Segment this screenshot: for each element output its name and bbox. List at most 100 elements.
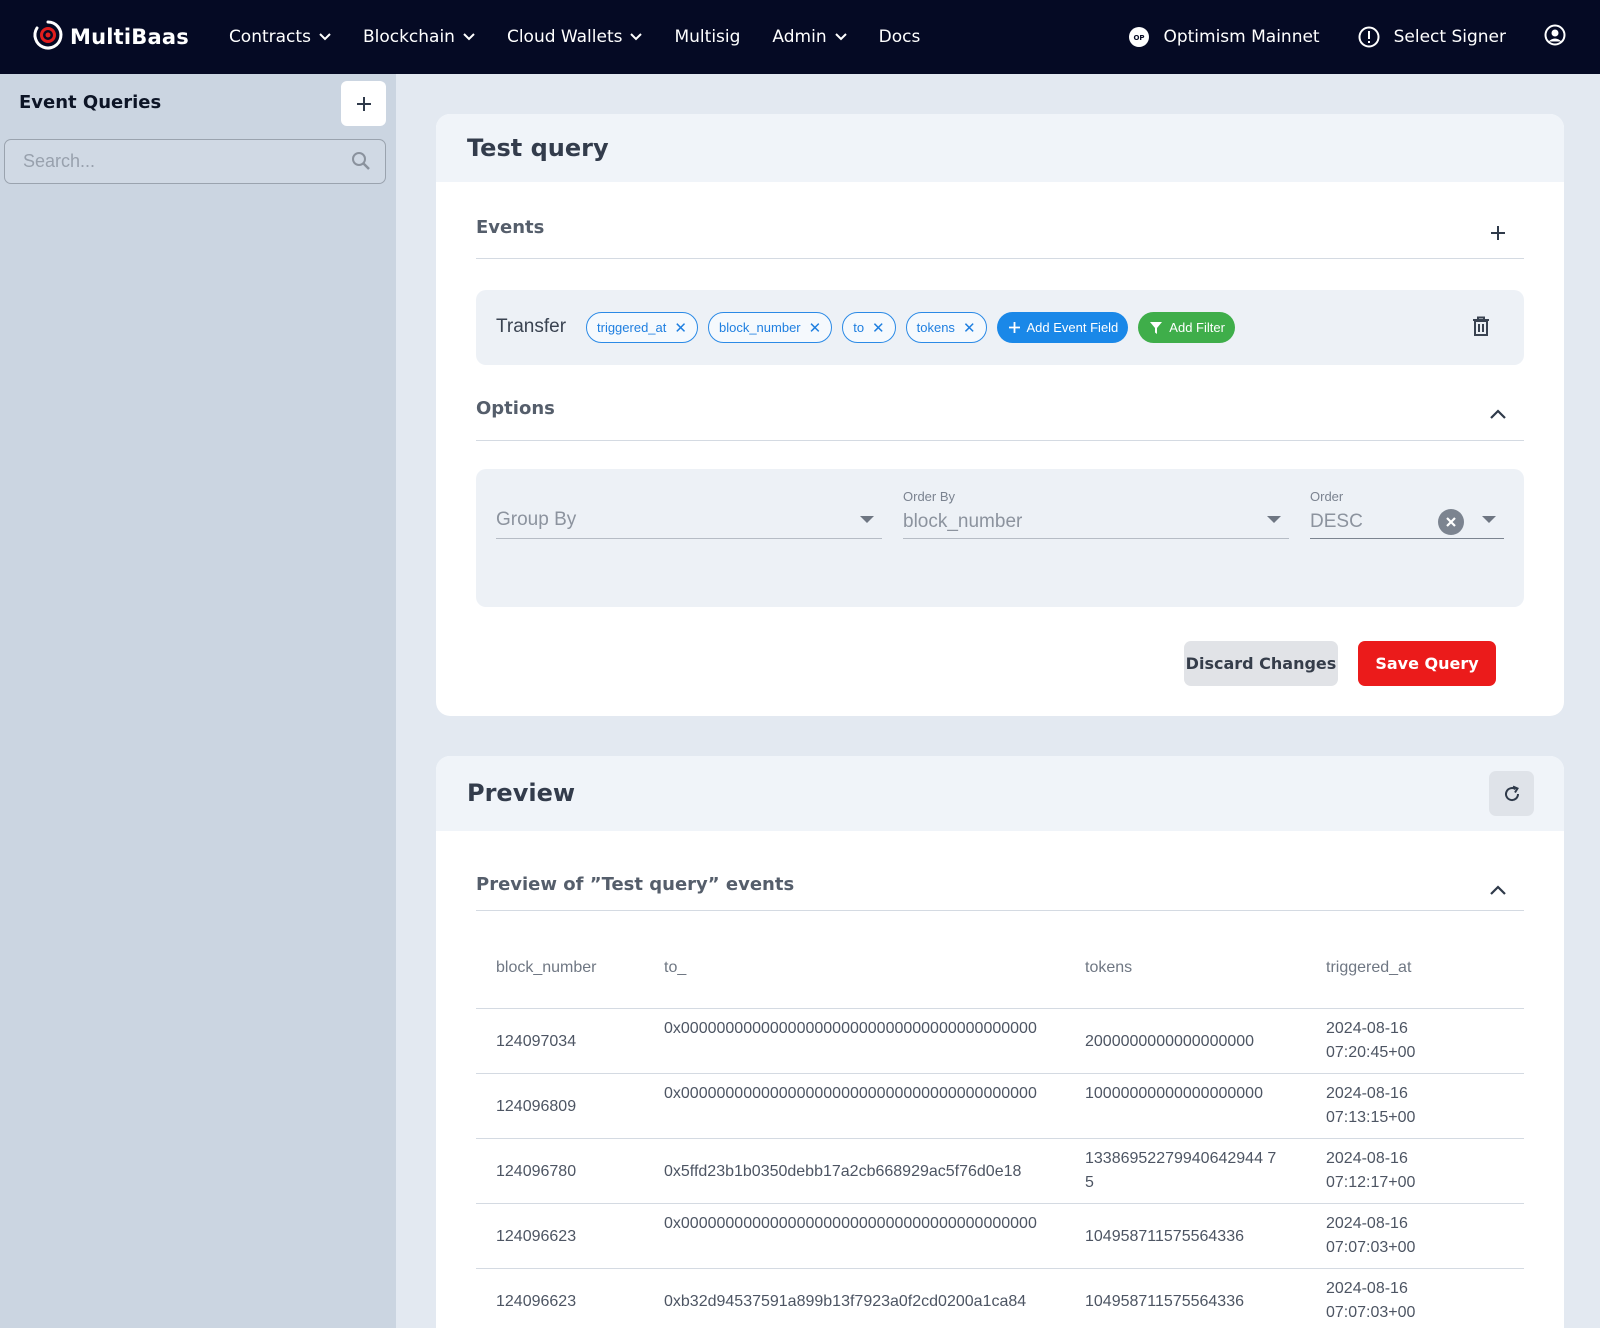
table-row: 124096809 0x0000000000000000000000000000…	[476, 1074, 1524, 1139]
user-circle-icon	[1536, 24, 1566, 51]
group-by-placeholder: Group By	[496, 509, 577, 530]
cell-triggered-at: 2024-08-16 07:20:45+00	[1326, 1020, 1416, 1061]
nav-cloud-wallets-label: Cloud Wallets	[506, 27, 623, 47]
delete-event-button[interactable]	[1472, 316, 1490, 341]
remove-field-icon[interactable]: ✕	[963, 319, 976, 337]
chevron-down-icon	[463, 33, 475, 41]
cell-block-number: 124096623	[496, 1293, 577, 1310]
search-field	[4, 139, 386, 184]
add-event-button[interactable]	[1490, 225, 1506, 246]
collapse-options-button[interactable]	[1490, 406, 1506, 424]
events-section-title: Events	[476, 217, 545, 238]
cell-triggered-at: 2024-08-16 07:12:17+00	[1326, 1150, 1416, 1191]
remove-field-icon[interactable]: ✕	[674, 319, 687, 337]
dropdown-arrow-icon	[1267, 516, 1281, 523]
add-event-field-button[interactable]: Add Event Field	[996, 312, 1129, 343]
chevron-up-icon	[1490, 885, 1506, 895]
nav-docs[interactable]: Docs	[879, 27, 921, 47]
divider	[476, 258, 1524, 259]
preview-card-header: Preview	[436, 756, 1564, 831]
search-icon[interactable]	[351, 151, 371, 176]
nav-contracts[interactable]: Contracts	[229, 27, 331, 47]
divider	[476, 910, 1524, 911]
brand-name: MultiBaas	[70, 25, 189, 49]
nav-blockchain[interactable]: Blockchain	[363, 27, 475, 47]
column-header: triggered_at	[1326, 959, 1412, 976]
options-section-title: Options	[476, 398, 555, 419]
cell-tokens: 2000000000000000000	[1085, 1033, 1255, 1050]
preview-card: Preview Preview of ”Test query” events b…	[436, 756, 1564, 1328]
table-row: 124097034 0x0000000000000000000000000000…	[476, 1009, 1524, 1074]
group-by-select[interactable]: Group By	[496, 489, 882, 539]
query-card-header: Test query	[436, 114, 1564, 182]
field-chip: triggered_at ✕	[586, 312, 698, 343]
network-label: Optimism Mainnet	[1163, 27, 1320, 47]
plus-icon	[1491, 226, 1505, 240]
network-selector[interactable]: OP Optimism Mainnet	[1121, 27, 1320, 47]
add-query-button[interactable]	[341, 81, 386, 126]
chevron-down-icon	[319, 33, 331, 41]
dropdown-arrow-icon	[860, 516, 874, 523]
table-row: 124096780 0x5ffd23b1b0350debb17a2cb66892…	[476, 1139, 1524, 1204]
nav-cloud-wallets[interactable]: Cloud Wallets	[507, 27, 643, 47]
top-nav: MultiBaas Contracts Blockchain Cloud Wal…	[0, 0, 1600, 74]
nav-docs-label: Docs	[878, 27, 921, 47]
order-by-label: Order By	[903, 489, 956, 504]
save-query-button[interactable]: Save Query	[1358, 641, 1496, 686]
query-title: Test query	[467, 134, 609, 162]
chevron-down-icon	[630, 33, 643, 41]
cell-tokens: 104958711575564336	[1085, 1293, 1244, 1310]
event-name: Transfer	[496, 316, 567, 337]
cell-block-number: 124096780	[496, 1163, 577, 1180]
brand-logo[interactable]: MultiBaas	[32, 19, 189, 56]
close-icon	[1446, 517, 1456, 527]
field-chip: block_number ✕	[707, 312, 833, 343]
cell-tokens: 104958711575564336	[1085, 1228, 1244, 1245]
account-menu[interactable]	[1536, 24, 1566, 51]
cell-to: 0x00000000000000000000000000000000000000…	[664, 1085, 1037, 1102]
options-panel: Group By Order By block_number Order DES…	[476, 469, 1524, 607]
event-row: Transfer triggered_at ✕ block_number ✕ to ✕…	[476, 290, 1524, 365]
event-fields: triggered_at ✕ block_number ✕ to ✕ tokens ✕ …	[586, 312, 1245, 343]
clear-order-button[interactable]	[1438, 509, 1464, 535]
cell-to: 0x00000000000000000000000000000000000000…	[664, 1020, 1037, 1037]
preview-title: Preview	[467, 779, 576, 807]
field-chip-label: block_number	[718, 320, 801, 335]
order-value: DESC	[1310, 511, 1363, 532]
nav-multisig[interactable]: Multisig	[674, 27, 740, 47]
cell-triggered-at: 2024-08-16 07:13:15+00	[1326, 1085, 1416, 1126]
column-header: tokens	[1085, 959, 1133, 976]
order-by-value: block_number	[903, 511, 1023, 532]
cell-block-number: 124097034	[496, 1033, 577, 1050]
cell-tokens: 13386952279940642944 75	[1085, 1150, 1277, 1191]
svg-text:OP: OP	[1134, 34, 1145, 42]
field-chip: to ✕	[842, 312, 896, 343]
add-filter-button[interactable]: Add Filter	[1138, 312, 1235, 343]
sidebar-title: Event Queries	[19, 92, 162, 113]
select-signer[interactable]: Select Signer	[1350, 26, 1506, 48]
order-by-select[interactable]: Order By block_number	[903, 489, 1289, 539]
nav-admin[interactable]: Admin	[772, 27, 847, 47]
sidebar: Event Queries	[0, 74, 396, 1328]
column-header: block_number	[496, 959, 597, 976]
refresh-button[interactable]	[1489, 771, 1534, 816]
filter-icon	[1150, 321, 1163, 334]
remove-field-icon[interactable]: ✕	[872, 319, 885, 337]
query-card: Test query Events Transfer triggered_at ✕…	[436, 114, 1564, 716]
dropdown-arrow-icon	[1482, 516, 1496, 523]
refresh-icon	[1504, 785, 1519, 801]
divider	[476, 440, 1524, 441]
remove-field-icon[interactable]: ✕	[809, 319, 822, 337]
cell-block-number: 124096809	[496, 1098, 577, 1115]
cell-to: 0xb32d94537591a899b13f7923a0f2cd0200a1ca…	[664, 1293, 1027, 1310]
trash-icon	[1473, 316, 1489, 336]
chevron-up-icon	[1490, 409, 1506, 419]
collapse-preview-button[interactable]	[1490, 882, 1506, 900]
order-select[interactable]: Order DESC	[1310, 489, 1504, 539]
table-row: 124096623 0xb32d94537591a899b13f7923a0f2…	[476, 1269, 1524, 1328]
nav-blockchain-label: Blockchain	[362, 27, 455, 47]
preview-section-title: Preview of ”Test query” events	[476, 874, 795, 895]
discard-changes-button[interactable]: Discard Changes	[1184, 641, 1338, 686]
field-chip-label: to	[853, 320, 865, 335]
search-input[interactable]	[23, 140, 333, 182]
